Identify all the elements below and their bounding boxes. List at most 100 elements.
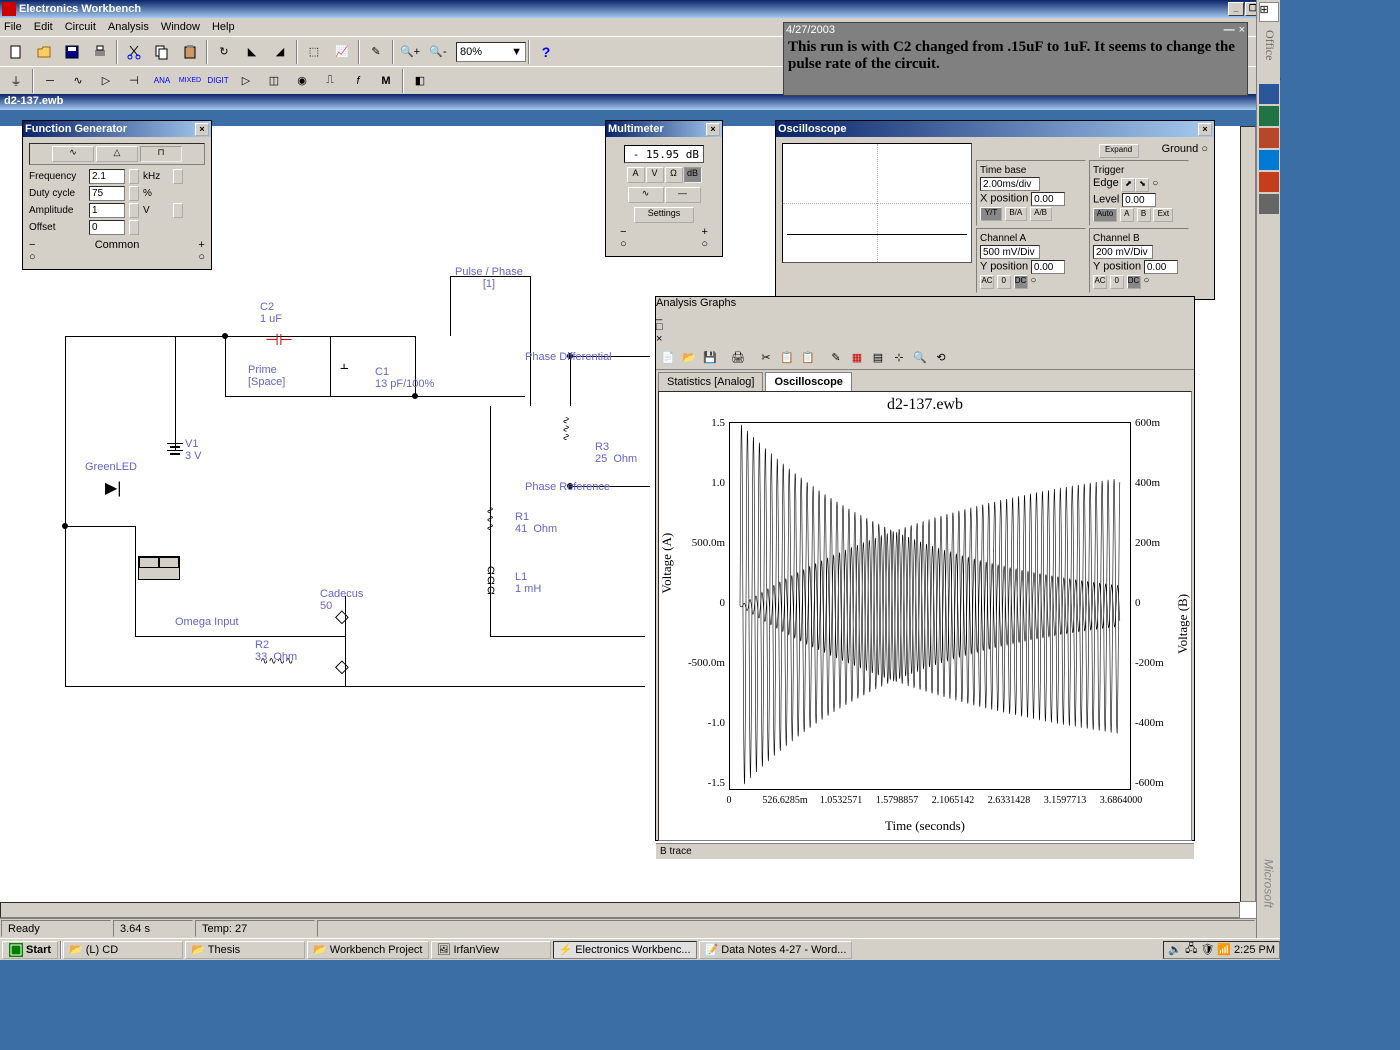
basic-icon[interactable]: ─: [37, 69, 63, 93]
vertical-scrollbar[interactable]: [1240, 126, 1256, 902]
taskbar-item-active[interactable]: ⚡Electronics Workbenc...: [553, 941, 697, 959]
graph-button[interactable]: 📈: [329, 40, 355, 64]
function-generator-window[interactable]: Function Generator× ∿ △ ⊓ FrequencykHz D…: [22, 120, 212, 270]
subcircuit-button[interactable]: ⬚: [301, 40, 327, 64]
analysis-graphs-window[interactable]: Analysis Graphs _ □ × 📄 📂 💾 🖨 ✂ 📋 📋 ✎ ▦ …: [655, 296, 1195, 841]
wave-sine-button[interactable]: ∿: [52, 146, 94, 162]
note-minimize-icon[interactable]: —: [1224, 24, 1235, 36]
tray-icon[interactable]: 🛡: [1200, 943, 1214, 956]
tray-icon[interactable]: 🔊: [1168, 943, 1182, 956]
an-copy-icon[interactable]: 📋: [777, 347, 797, 367]
an-zoom-icon[interactable]: 🔍: [910, 347, 930, 367]
an-paste-icon[interactable]: 📋: [798, 347, 818, 367]
capacitor-c2-symbol[interactable]: ⊣⊢: [265, 330, 293, 350]
cha-vdiv-input[interactable]: [980, 245, 1040, 259]
analysis-close-button[interactable]: ×: [656, 333, 1194, 345]
transistor-icon[interactable]: ⊣: [121, 69, 147, 93]
access-icon[interactable]: [1259, 172, 1279, 192]
scope-instrument-icon[interactable]: [138, 556, 180, 580]
resistor-r3-symbol[interactable]: ∿∿∿: [560, 416, 571, 441]
offset-input[interactable]: [89, 220, 125, 235]
zoom-combo[interactable]: 80%▼: [456, 42, 526, 62]
save-button[interactable]: [59, 40, 85, 64]
led-symbol[interactable]: ▶|: [105, 478, 121, 498]
favorites-icon[interactable]: ◧: [407, 69, 433, 93]
timebase-input[interactable]: [980, 177, 1040, 191]
misc-icon[interactable]: f: [345, 69, 371, 93]
menu-circuit[interactable]: Circuit: [65, 21, 96, 33]
an-open-icon[interactable]: 📂: [679, 347, 699, 367]
print-button[interactable]: [87, 40, 113, 64]
rotate-button[interactable]: ↻: [211, 40, 237, 64]
digital-icon[interactable]: ◫: [261, 69, 287, 93]
system-tray[interactable]: 🔊 🖧 🛡 📶 2:25 PM: [1163, 941, 1280, 959]
analysis-max-button[interactable]: □: [656, 321, 1194, 333]
chb-vdiv-input[interactable]: [1093, 245, 1153, 259]
inductor-l1-symbol[interactable]: ᘯᘯᘯ: [484, 566, 496, 596]
zoom-out-button[interactable]: 🔍-: [425, 40, 451, 64]
wave-tri-button[interactable]: △: [96, 146, 138, 162]
menu-window[interactable]: Window: [161, 21, 200, 33]
control-icon[interactable]: ⎍: [317, 69, 343, 93]
scope-expand-button[interactable]: Expand: [1099, 144, 1139, 158]
zoom-in-button[interactable]: 🔍+: [397, 40, 423, 64]
mixed-ic-icon[interactable]: MIXED: [177, 69, 203, 93]
excel-icon[interactable]: [1259, 106, 1279, 126]
an-props-icon[interactable]: ✎: [826, 347, 846, 367]
cut-button[interactable]: [121, 40, 147, 64]
an-cursor-icon[interactable]: ⊹: [889, 347, 909, 367]
open-button[interactable]: [31, 40, 57, 64]
freq-spinner[interactable]: [129, 169, 139, 184]
tray-icon[interactable]: 🖧: [1185, 940, 1197, 959]
capacitor-c1-symbol[interactable]: ⫠: [340, 356, 348, 373]
menu-file[interactable]: File: [4, 21, 22, 33]
paste-button[interactable]: [177, 40, 203, 64]
copy-button[interactable]: [149, 40, 175, 64]
mm-dc-button[interactable]: —: [665, 187, 701, 203]
menu-help[interactable]: Help: [212, 21, 235, 33]
menu-analysis[interactable]: Analysis: [108, 21, 149, 33]
mm-v-button[interactable]: V: [646, 167, 664, 183]
misc-icon[interactable]: [1259, 194, 1279, 214]
component-props-button[interactable]: ✎: [363, 40, 389, 64]
multimeter-close-button[interactable]: ×: [706, 123, 720, 136]
an-legend-icon[interactable]: ▤: [868, 347, 888, 367]
flip-v-button[interactable]: ◢: [267, 40, 293, 64]
mm-settings-button[interactable]: Settings: [634, 207, 694, 223]
mm-db-button[interactable]: dB: [684, 167, 702, 183]
an-restore-icon[interactable]: ⟲: [931, 347, 951, 367]
resistor-icon[interactable]: ∿: [65, 69, 91, 93]
new-button[interactable]: [3, 40, 29, 64]
minimize-button[interactable]: _: [1228, 2, 1244, 16]
cadecus-symbol2[interactable]: ◇: [335, 656, 349, 677]
an-new-icon[interactable]: 📄: [658, 347, 678, 367]
tab-oscilloscope[interactable]: Oscilloscope: [765, 372, 851, 391]
flip-h-button[interactable]: ◣: [239, 40, 265, 64]
office-logo-icon[interactable]: ⊞: [1259, 2, 1279, 22]
duty-input[interactable]: [89, 186, 125, 201]
menu-edit[interactable]: Edit: [34, 21, 53, 33]
taskbar-item[interactable]: 🖼IrfanView: [431, 941, 551, 959]
taskbar-item[interactable]: 📂Thesis: [185, 941, 305, 959]
funcgen-close-button[interactable]: ×: [195, 123, 209, 136]
mm-ac-button[interactable]: ∿: [628, 187, 664, 203]
multimeter-window[interactable]: Multimeter× - 15.95 dB A V Ω dB ∿ — Sett…: [605, 120, 723, 257]
instruments-icon[interactable]: M: [373, 69, 399, 93]
powerpoint-icon[interactable]: [1259, 128, 1279, 148]
mm-a-button[interactable]: A: [627, 167, 645, 183]
freq-input[interactable]: [89, 169, 125, 184]
sources-icon[interactable]: ⏚: [3, 69, 29, 93]
horizontal-scrollbar[interactable]: [0, 902, 1240, 918]
tray-icon[interactable]: 📶: [1217, 943, 1231, 956]
indicator-icon[interactable]: ◉: [289, 69, 315, 93]
diode-icon[interactable]: ▷: [93, 69, 119, 93]
taskbar-item[interactable]: 📂(L) CD: [63, 941, 183, 959]
taskbar-item[interactable]: 📝Data Notes 4-27 - Word...: [699, 941, 853, 959]
scope-close-button[interactable]: ×: [1198, 123, 1212, 136]
word-icon[interactable]: [1259, 84, 1279, 104]
digital-ic-icon[interactable]: DIGIT: [205, 69, 231, 93]
an-cut-icon[interactable]: ✂: [756, 347, 776, 367]
outlook-icon[interactable]: [1259, 150, 1279, 170]
help-button[interactable]: ?: [533, 40, 559, 64]
an-save-icon[interactable]: 💾: [700, 347, 720, 367]
